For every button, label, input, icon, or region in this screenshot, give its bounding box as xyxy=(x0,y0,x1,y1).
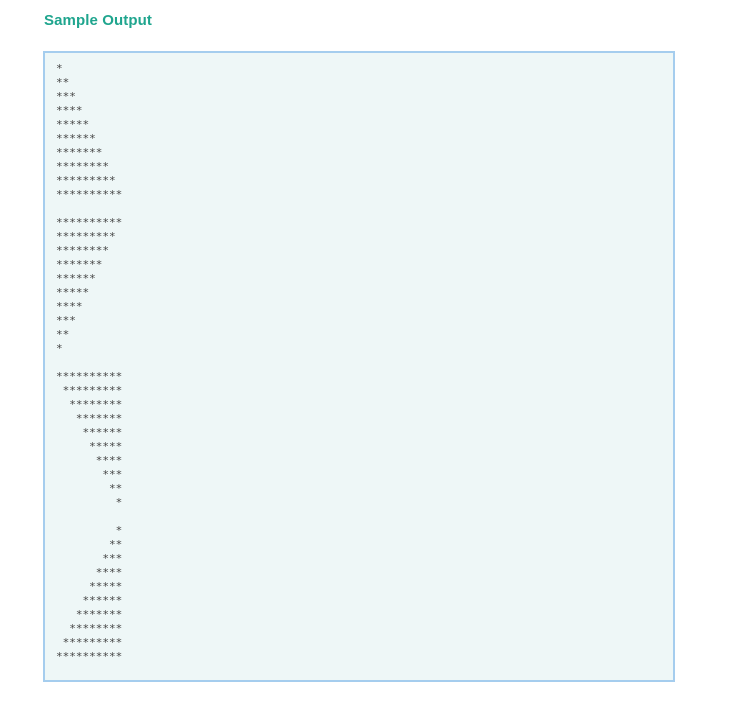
output-line: ****** xyxy=(56,426,123,439)
output-line: ******** xyxy=(56,160,109,173)
output-line: ********* xyxy=(56,384,123,397)
output-line: * xyxy=(56,62,63,75)
output-line: ******** xyxy=(56,398,123,411)
output-line: ***** xyxy=(56,286,90,299)
output-line: **** xyxy=(56,104,83,117)
output-line: ********** xyxy=(56,216,123,229)
output-line: ******* xyxy=(56,146,103,159)
output-line: ********** xyxy=(56,370,123,383)
output-line: **** xyxy=(56,566,123,579)
output-line: ***** xyxy=(56,118,90,131)
output-line: * xyxy=(56,342,63,355)
output-line: ********* xyxy=(56,174,116,187)
output-text: * ** *** **** ***** ****** ******* ******** ****… xyxy=(56,62,122,664)
output-line: ******* xyxy=(56,412,123,425)
output-line: * xyxy=(56,524,123,537)
output-line: ****** xyxy=(56,272,96,285)
sample-output-box: * ** *** **** ***** ****** ******* ******** ****… xyxy=(43,51,675,682)
output-line: ********* xyxy=(56,230,116,243)
output-line: ********** xyxy=(56,650,123,663)
output-line: ********** xyxy=(56,188,123,201)
output-line: ***** xyxy=(56,440,123,453)
output-line: *** xyxy=(56,314,76,327)
output-line: ********* xyxy=(56,636,123,649)
output-line: *** xyxy=(56,552,123,565)
output-line: ******* xyxy=(56,258,103,271)
output-line: *** xyxy=(56,90,76,103)
output-line: ****** xyxy=(56,594,123,607)
section-title: Sample Output xyxy=(44,12,152,29)
output-line: ******** xyxy=(56,622,123,635)
output-line: ** xyxy=(56,328,70,341)
output-line: * xyxy=(56,496,123,509)
output-line: ** xyxy=(56,538,123,551)
output-line: **** xyxy=(56,300,83,313)
output-line: **** xyxy=(56,454,123,467)
output-line: ***** xyxy=(56,580,123,593)
output-line: ** xyxy=(56,76,70,89)
output-line: ******* xyxy=(56,608,123,621)
output-line: ** xyxy=(56,482,123,495)
output-line: *** xyxy=(56,468,123,481)
output-line: ****** xyxy=(56,132,96,145)
output-line: ******** xyxy=(56,244,109,257)
